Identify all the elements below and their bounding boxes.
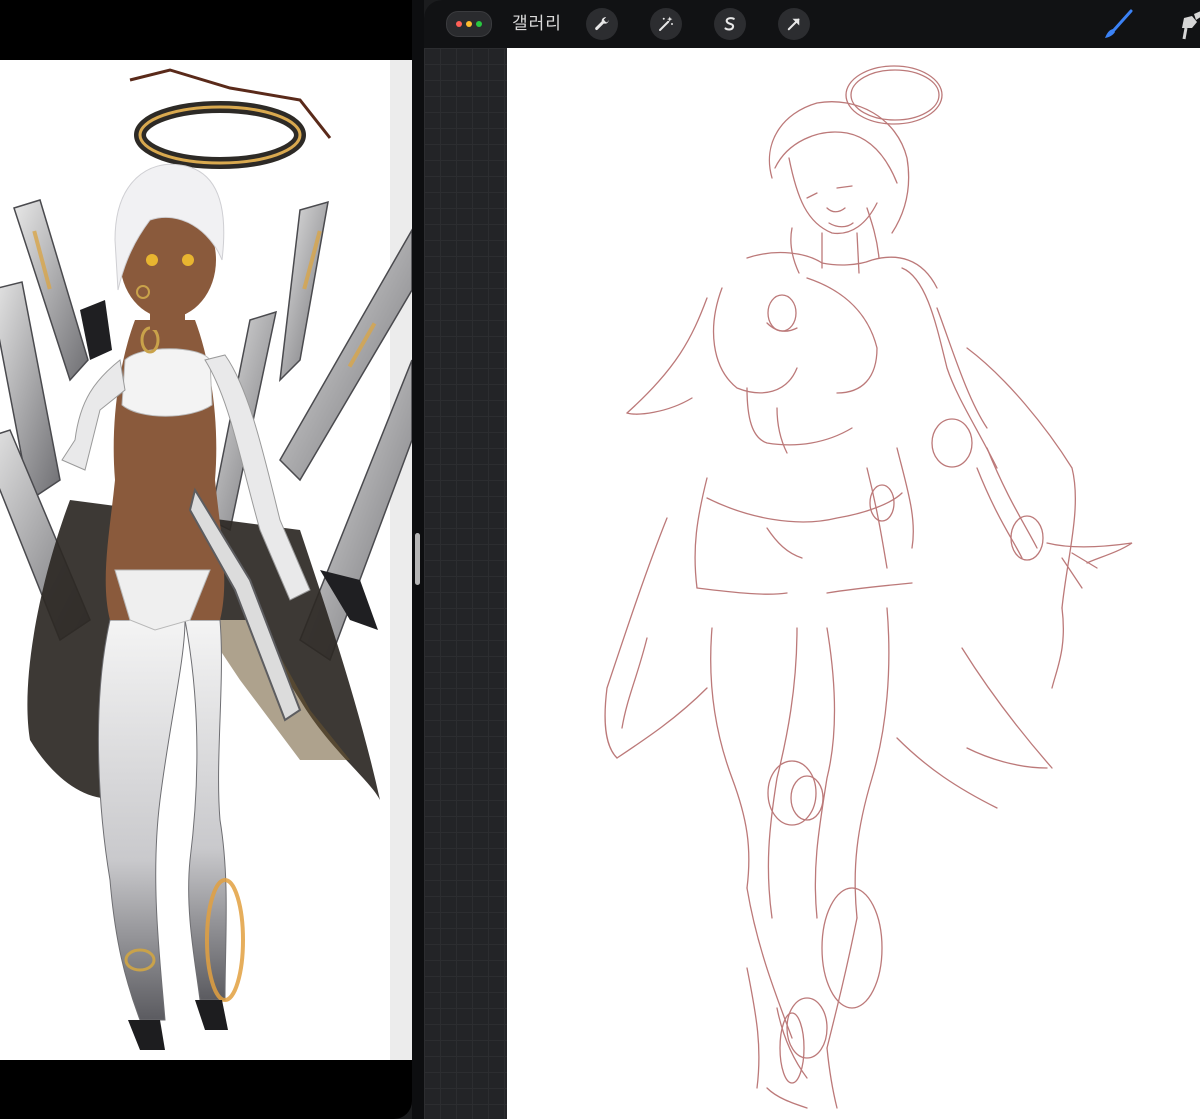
drawing-canvas[interactable] [507, 48, 1200, 1119]
window-control-button[interactable] [446, 11, 492, 37]
smudge-button[interactable] [1172, 6, 1200, 42]
selection-s-icon [724, 17, 735, 31]
procreate-pane: 갤러리 [424, 0, 1200, 1119]
adjustments-button[interactable] [650, 8, 682, 40]
brush-icon [1105, 9, 1133, 38]
reference-illustration [0, 60, 412, 1060]
actions-button[interactable] [586, 8, 618, 40]
transform-button[interactable] [778, 8, 810, 40]
magic-wand-icon [659, 16, 673, 31]
brush-button[interactable] [1100, 6, 1136, 42]
top-toolbar: 갤러리 [424, 0, 1200, 48]
smudge-icon [1182, 11, 1200, 40]
reference-app-pane [0, 0, 412, 1119]
red-dot [456, 21, 462, 27]
gallery-button[interactable]: 갤러리 [512, 12, 562, 36]
yellow-dot [466, 21, 472, 27]
wrench-icon [595, 17, 610, 31]
split-view-handle[interactable] [415, 533, 420, 585]
selection-button[interactable] [714, 8, 746, 40]
green-dot [476, 21, 482, 27]
transform-arrow-icon [787, 18, 800, 31]
